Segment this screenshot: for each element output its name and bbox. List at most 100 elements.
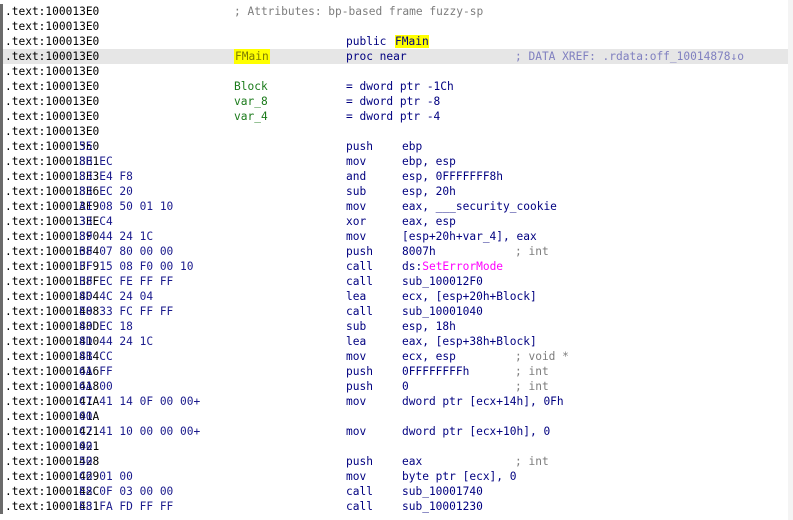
operand[interactable]: esp, 20h: [402, 184, 456, 199]
listing-line[interactable]: .text:100013FF E8 EC FE FF FF call sub_1000…: [0, 274, 793, 289]
address: .text:100013E0: [5, 65, 100, 78]
listing-line[interactable]: .text:1000141A C7 41 14 0F 00 00+ mov dword…: [0, 394, 793, 409]
line-gutter-marker: [0, 349, 3, 364]
operand[interactable]: ecx, esp: [402, 349, 456, 364]
operand[interactable]: sub_10001740: [402, 484, 483, 499]
operand[interactable]: ecx, [esp+20h+Block]: [402, 289, 537, 304]
opcode-bytes: 8D 4C 24 04: [79, 290, 154, 303]
symbol-label[interactable]: var_8: [234, 94, 268, 109]
mnemonic: push: [346, 365, 373, 378]
listing-line[interactable]: .text:100013E6 83 EC 20 sub esp, 20h: [0, 184, 793, 199]
opcode-bytes: 89 44 24 1C: [79, 230, 154, 243]
listing-line[interactable]: .text:100013E0: [0, 19, 793, 34]
operand[interactable]: byte ptr [ecx], 0: [402, 469, 517, 484]
listing-line[interactable]: .text:10001421 00: [0, 439, 793, 454]
line-gutter-marker: [0, 124, 3, 139]
opcode-bytes: A1 08 50 01 10: [79, 200, 174, 213]
mnemonic: mov: [346, 350, 367, 363]
mnemonic: push: [346, 140, 373, 153]
line-gutter-marker: [0, 424, 3, 439]
operand[interactable]: eax, [esp+38h+Block]: [402, 334, 537, 349]
listing-line[interactable]: .text:1000140D 83 EC 18 sub esp, 18h: [0, 319, 793, 334]
mnemonic: call: [346, 260, 373, 273]
mnemonic: mov: [346, 470, 367, 483]
operand[interactable]: eax, ___security_cookie: [402, 199, 557, 214]
operand[interactable]: esp, 18h: [402, 319, 456, 334]
listing-line[interactable]: .text:10001421 C7 41 10 00 00 00+ mov dword…: [0, 424, 793, 439]
listing-line[interactable]: .text:10001418 6A 00 push 0; int: [0, 379, 793, 394]
disassembly-listing[interactable]: .text:100013E0 ; Attributes: bp-based fra…: [0, 0, 793, 520]
listing-line[interactable]: .text:100013F4 68 07 80 00 00 push 8007h; i…: [0, 244, 793, 259]
listing-line[interactable]: .text:100013E9 A1 08 50 01 10 mov eax, ___s…: [0, 199, 793, 214]
operand[interactable]: [esp+20h+var_4], eax: [402, 229, 537, 244]
operand[interactable]: sub_10001230: [402, 499, 483, 514]
operand[interactable]: dword ptr [ecx+10h], 0: [402, 424, 550, 439]
listing-line[interactable]: .text:10001431 E8 FA FD FF FF call sub_1000…: [0, 499, 793, 514]
listing-line[interactable]: .text:100013E0 55 push ebp: [0, 139, 793, 154]
symbol-label[interactable]: FMain: [234, 49, 270, 64]
address: .text:100013E0: [5, 125, 100, 138]
opcode-bytes: 00: [79, 410, 93, 423]
operand[interactable]: sub_100012F0: [402, 274, 483, 289]
line-gutter-marker: [0, 289, 3, 304]
listing-line[interactable]: .text:10001428 50 push eax; int: [0, 454, 793, 469]
operand[interactable]: ds:SetErrorMode: [402, 259, 503, 274]
operand[interactable]: FMain: [395, 34, 429, 49]
highlighted-symbol[interactable]: FMain: [395, 35, 429, 48]
opcode-bytes: 68 07 80 00 00: [79, 245, 174, 258]
listing-line-selected[interactable]: .text:100013E0 FMain proc near ; DATA XREF:…: [0, 49, 793, 64]
listing-line[interactable]: .text:100013E0 public FMain: [0, 34, 793, 49]
operand[interactable]: 8007h: [402, 244, 436, 259]
line-gutter-marker: [0, 169, 3, 184]
line-gutter-marker: [0, 454, 3, 469]
listing-line[interactable]: .text:10001416 6A FF push 0FFFFFFFFh; int: [0, 364, 793, 379]
opcode-bytes: 55: [79, 140, 93, 153]
listing-line[interactable]: .text:100013E0 ; Attributes: bp-based fra…: [0, 4, 793, 19]
line-gutter-marker: [0, 319, 3, 334]
line-gutter-marker: [0, 379, 3, 394]
mnemonic: sub: [346, 185, 367, 198]
listing-line[interactable]: .text:10001408 E8 33 FC FF FF call sub_1000…: [0, 304, 793, 319]
operand[interactable]: 0: [402, 379, 409, 394]
mnemonic: call: [346, 485, 373, 498]
operand[interactable]: ebp, esp: [402, 154, 456, 169]
data-xref-comment: ; DATA XREF: .rdata:off_10014878↓o: [515, 50, 745, 63]
listing-line[interactable]: .text:1000141A 00: [0, 409, 793, 424]
listing-line[interactable]: .text:100013E0 var_4 = dword ptr -4: [0, 109, 793, 124]
operand-prefix: ds:: [402, 260, 423, 273]
api-import-name[interactable]: SetErrorMode: [422, 260, 503, 273]
listing-line[interactable]: .text:100013E1 8B EC mov ebp, esp: [0, 154, 793, 169]
operand[interactable]: 0FFFFFFFFh: [402, 364, 469, 379]
listing-line[interactable]: .text:10001410 8D 44 24 1C lea eax, [esp+38…: [0, 334, 793, 349]
opcode-bytes: 33 C4: [79, 215, 113, 228]
listing-line[interactable]: .text:10001404 8D 4C 24 04 lea ecx, [esp+20…: [0, 289, 793, 304]
operand[interactable]: ebp: [402, 139, 422, 154]
mnemonic: mov: [346, 200, 367, 213]
line-gutter-marker: [0, 334, 3, 349]
opcode-bytes: C7 41 14 0F 00 00+: [79, 395, 201, 408]
line-gutter-marker: [0, 94, 3, 109]
opcode-bytes: 83 E4 F8: [79, 170, 133, 183]
listing-line[interactable]: .text:100013EE 33 C4 xor eax, esp: [0, 214, 793, 229]
listing-line[interactable]: .text:10001429 C6 01 00 mov byte ptr [ecx],…: [0, 469, 793, 484]
operand[interactable]: sub_10001040: [402, 304, 483, 319]
operand[interactable]: eax, esp: [402, 214, 456, 229]
opcode-bytes: E8 FA FD FF FF: [79, 500, 174, 513]
symbol-label[interactable]: var_4: [234, 109, 268, 124]
listing-line[interactable]: .text:100013F9 FF 15 08 F0 00 10 call ds:Se…: [0, 259, 793, 274]
listing-line[interactable]: .text:100013E0: [0, 64, 793, 79]
listing-line[interactable]: .text:1000142C E8 0F 03 00 00 call sub_1000…: [0, 484, 793, 499]
opcode-bytes: 8B CC: [79, 350, 113, 363]
line-gutter-marker: [0, 139, 3, 154]
symbol-label[interactable]: Block: [234, 79, 268, 94]
listing-line[interactable]: .text:100013E0 var_8 = dword ptr -8: [0, 94, 793, 109]
listing-line[interactable]: .text:100013F0 89 44 24 1C mov [esp+20h+var…: [0, 229, 793, 244]
listing-line[interactable]: .text:100013E3 83 E4 F8 and esp, 0FFFFFFF8h: [0, 169, 793, 184]
listing-line[interactable]: .text:100013E0 Block = dword ptr -1Ch: [0, 79, 793, 94]
listing-line[interactable]: .text:10001414 8B CC mov ecx, esp; void *: [0, 349, 793, 364]
operand[interactable]: eax: [402, 454, 422, 469]
operand[interactable]: dword ptr [ecx+14h], 0Fh: [402, 394, 564, 409]
vertical-scrollbar[interactable]: [788, 0, 793, 520]
listing-line[interactable]: .text:100013E0: [0, 124, 793, 139]
operand[interactable]: esp, 0FFFFFFF8h: [402, 169, 503, 184]
